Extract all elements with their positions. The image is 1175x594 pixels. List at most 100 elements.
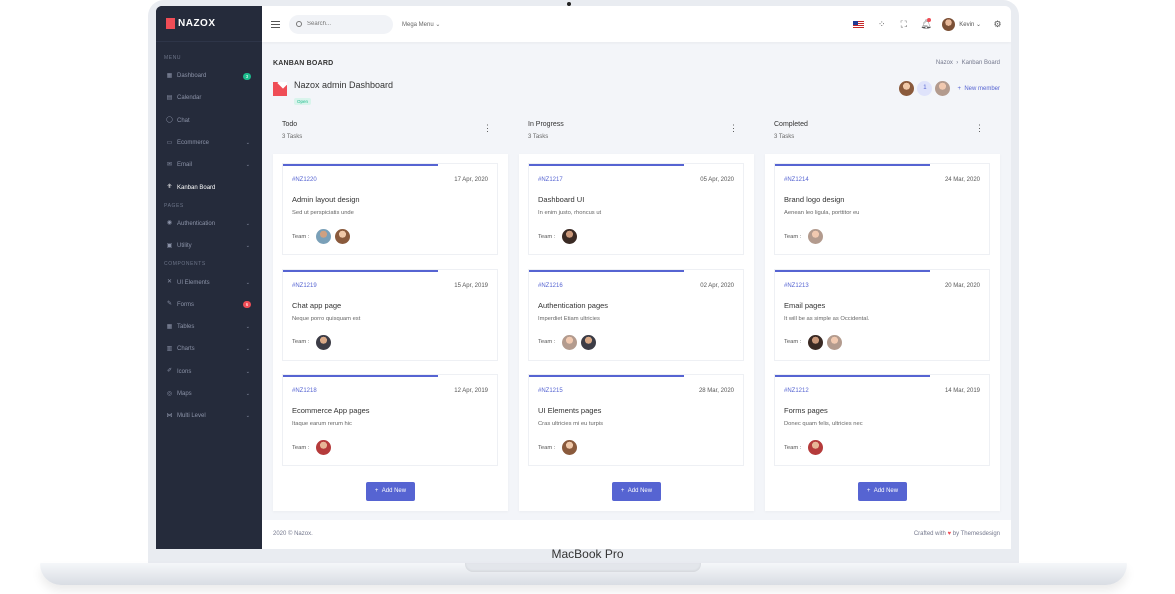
footer-copyright: 2020 © Nazox. xyxy=(273,531,313,537)
task-card[interactable]: #NZ1216 02 Apr, 2020 Authentication page… xyxy=(528,268,744,361)
task-description: It will be as simple as Occidental. xyxy=(784,315,870,322)
search-box[interactable] xyxy=(289,14,393,34)
task-id[interactable]: #NZ1214 xyxy=(784,177,809,183)
logo[interactable]: NAZOX xyxy=(156,6,262,42)
sidebar-item-multi-level[interactable]: ⋈ Multi Level ⌄ xyxy=(156,405,262,427)
task-card[interactable]: #NZ1218 12 Apr, 2019 Ecommerce App pages… xyxy=(282,374,498,466)
task-card[interactable]: #NZ1214 24 Mar, 2020 Brand logo design A… xyxy=(774,163,990,255)
project-name: Nazox admin Dashboard xyxy=(294,80,394,90)
task-id[interactable]: #NZ1218 xyxy=(292,388,317,394)
menu-badge: 6 xyxy=(243,301,251,309)
footer-credit: Crafted with ♥ by Themesdesign xyxy=(914,531,1000,537)
sidebar-item-tables[interactable]: ▦ Tables ⌄ xyxy=(156,316,262,338)
task-id[interactable]: #NZ1220 xyxy=(292,177,317,183)
task-card[interactable]: #NZ1215 28 Mar, 2020 UI Elements pages C… xyxy=(528,374,744,466)
plus-icon: + xyxy=(620,488,625,494)
kanban-column: Todo 3 Tasks ⋮ #NZ1220 17 Apr, 2020 Admi… xyxy=(273,112,508,511)
plus-icon: + xyxy=(866,488,871,494)
task-card[interactable]: #NZ1212 14 Mar, 2019 Forms pages Donec q… xyxy=(774,374,990,466)
task-id[interactable]: #NZ1217 xyxy=(538,177,563,183)
member-count-badge[interactable]: 1 xyxy=(917,81,933,96)
user-menu[interactable]: Kevin ⌄ xyxy=(959,21,981,28)
task-description: Imperdiet Etiam ultricies xyxy=(538,315,600,322)
mega-menu-dropdown[interactable]: Mega Menu ⌄ xyxy=(402,21,440,28)
task-card[interactable]: #NZ1219 15 Apr, 2019 Chat app page Neque… xyxy=(282,268,498,361)
add-new-button[interactable]: + Add New xyxy=(366,482,415,501)
logo-text: NAZOX xyxy=(178,18,216,29)
bell-icon[interactable]: 🔔︎ xyxy=(920,17,932,30)
utility-icon: ▣ xyxy=(166,242,173,249)
task-id[interactable]: #NZ1219 xyxy=(292,283,317,289)
topbar: Mega Menu ⌄ ⁘ ⛶ 🔔︎ Kevin ⌄ ⚙ xyxy=(262,6,1011,42)
add-new-label: Add New xyxy=(627,488,653,494)
team-avatar[interactable] xyxy=(562,334,578,350)
team-avatar[interactable] xyxy=(808,440,824,455)
team-avatar[interactable] xyxy=(316,440,332,455)
task-title: Authentication pages xyxy=(538,300,609,310)
task-date: 15 Apr, 2019 xyxy=(454,282,488,289)
chevron-down-icon: ⌄ xyxy=(245,140,250,147)
task-card[interactable]: #NZ1217 05 Apr, 2020 Dashboard UI In eni… xyxy=(528,163,744,255)
menu-section-title: COMPONENTS xyxy=(164,261,206,268)
member-avatar[interactable] xyxy=(935,81,951,96)
team-avatar[interactable] xyxy=(827,334,843,350)
column-header: In Progress 3 Tasks ⋮ xyxy=(519,112,754,152)
sidebar-item-kanban-board[interactable]: ⁜ Kanban Board xyxy=(156,176,262,198)
task-id[interactable]: #NZ1215 xyxy=(538,388,563,394)
task-title: Brand logo design xyxy=(784,195,845,204)
task-id[interactable]: #NZ1213 xyxy=(784,283,809,289)
sidebar-item-forms[interactable]: ✎ Forms 6 xyxy=(156,294,262,316)
apps-grid-icon[interactable]: ⁘ xyxy=(876,19,887,30)
sidebar-item-chat[interactable]: ◯ Chat xyxy=(156,110,262,132)
sidebar-item-label: Email xyxy=(177,162,193,169)
team-avatar[interactable] xyxy=(581,334,597,350)
task-id[interactable]: #NZ1216 xyxy=(538,283,563,289)
sidebar-item-charts[interactable]: ▥ Charts ⌄ xyxy=(156,338,262,360)
sidebar-item-icons[interactable]: ✐ Icons ⌄ xyxy=(156,361,262,383)
menu-toggle-icon[interactable] xyxy=(271,20,280,28)
team-avatar[interactable] xyxy=(562,440,578,455)
brush-icon: ✐ xyxy=(166,368,173,375)
more-vertical-icon[interactable]: ⋮ xyxy=(975,124,984,133)
member-avatar[interactable] xyxy=(899,81,915,96)
team-avatar[interactable] xyxy=(808,229,824,244)
task-date: 05 Apr, 2020 xyxy=(700,177,734,183)
task-card[interactable]: #NZ1220 17 Apr, 2020 Admin layout design… xyxy=(282,163,498,255)
add-new-button[interactable]: + Add New xyxy=(612,482,661,501)
task-card[interactable]: #NZ1213 20 Mar, 2020 Email pages It will… xyxy=(774,268,990,361)
team-avatar[interactable] xyxy=(316,229,332,244)
us-flag-icon[interactable] xyxy=(853,20,865,28)
more-vertical-icon[interactable]: ⋮ xyxy=(729,124,738,133)
fullscreen-icon[interactable]: ⛶ xyxy=(898,19,909,30)
add-new-button[interactable]: + Add New xyxy=(858,482,907,501)
sidebar-item-maps[interactable]: ◎ Maps ⌄ xyxy=(156,383,262,405)
sidebar-item-ui-elements[interactable]: ✕ UI Elements ⌄ xyxy=(156,271,262,293)
team-avatar[interactable] xyxy=(808,334,824,350)
sidebar-item-dashboard[interactable]: ▦ Dashboard 3 xyxy=(156,65,262,87)
search-input[interactable] xyxy=(307,21,387,27)
sidebar-item-label: Authentication xyxy=(177,220,216,227)
sidebar-item-ecommerce[interactable]: ▭ Ecommerce ⌄ xyxy=(156,132,262,154)
gear-icon[interactable]: ⚙ xyxy=(992,19,1003,30)
task-description: Neque porro quisquam est xyxy=(292,315,361,322)
sidebar-item-email[interactable]: ✉ Email ⌄ xyxy=(156,154,262,176)
status-badge: Open xyxy=(294,98,312,105)
task-team: Team : xyxy=(538,334,600,350)
breadcrumb-current: Kanban Board xyxy=(961,60,1000,66)
heart-icon: ♥ xyxy=(947,531,952,537)
sidebar-item-label: Maps xyxy=(177,391,192,397)
team-avatar[interactable] xyxy=(562,229,578,244)
more-vertical-icon[interactable]: ⋮ xyxy=(483,124,492,133)
forms-icon: ✎ xyxy=(166,301,173,308)
team-avatar[interactable] xyxy=(335,229,351,244)
user-avatar[interactable] xyxy=(942,17,956,31)
column-body: #NZ1214 24 Mar, 2020 Brand logo design A… xyxy=(765,154,1000,511)
new-member-button[interactable]: + New member xyxy=(957,86,1000,92)
sidebar-item-authentication[interactable]: ◉ Authentication ⌄ xyxy=(156,213,262,235)
team-avatar[interactable] xyxy=(316,334,332,350)
sidebar-item-utility[interactable]: ▣ Utility ⌄ xyxy=(156,235,262,257)
task-id[interactable]: #NZ1212 xyxy=(784,388,809,394)
column-title: Completed xyxy=(774,121,808,128)
sidebar-item-calendar[interactable]: ▤ Calendar xyxy=(156,87,262,109)
breadcrumb-home[interactable]: Nazox xyxy=(936,60,953,66)
